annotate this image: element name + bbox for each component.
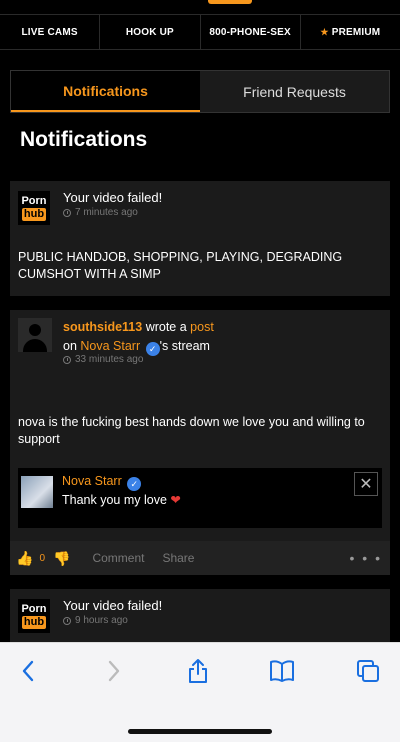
on-text: on bbox=[63, 339, 77, 353]
share-icon bbox=[189, 659, 207, 683]
forward-button[interactable] bbox=[94, 651, 134, 691]
notification-title: Your video failed! bbox=[63, 190, 163, 205]
reply-author[interactable]: Nova Starr ✓ bbox=[62, 474, 142, 491]
book-icon bbox=[270, 660, 294, 682]
like-count: 0 bbox=[39, 552, 45, 564]
nav-hook-up[interactable]: HOOK UP bbox=[100, 15, 201, 49]
time-text: 9 hours ago bbox=[75, 615, 128, 626]
notification-card[interactable]: Porn hub Your video failed! 7 minutes ag… bbox=[10, 181, 390, 296]
notification-body: PUBLIC HANDJOB, SHOPPING, PLAYING, DEGRA… bbox=[18, 250, 343, 281]
chevron-right-icon bbox=[108, 660, 120, 682]
nav-premium-label: PREMIUM bbox=[331, 26, 381, 38]
clock-icon bbox=[63, 616, 71, 625]
close-icon: ✕ bbox=[359, 476, 373, 493]
tab-notifications-label: Notifications bbox=[63, 82, 148, 99]
star-icon: ★ bbox=[320, 26, 329, 37]
top-nav: LIVE CAMS HOOK UP 800-PHONE-SEX ★ PREMIUM bbox=[0, 0, 400, 62]
nav-hook-up-label: HOOK UP bbox=[125, 26, 174, 38]
back-button[interactable] bbox=[8, 651, 48, 691]
reply-avatar[interactable] bbox=[21, 476, 53, 508]
logo-line2: hub bbox=[21, 616, 47, 629]
verified-icon: ✓ bbox=[145, 342, 160, 356]
notification-time: 9 hours ago bbox=[63, 615, 128, 626]
reply-author-name: Nova Starr bbox=[62, 474, 122, 488]
logo-line2: hub bbox=[21, 208, 47, 221]
comment-header: southside113 wrote a post on Nova Starr … bbox=[63, 318, 373, 356]
tabs-icon bbox=[357, 660, 379, 682]
wrote-a-text: wrote a bbox=[145, 320, 187, 334]
page-title: Notifications bbox=[20, 128, 148, 151]
tab-friend-requests[interactable]: Friend Requests bbox=[200, 71, 389, 112]
reply-text-content: Thank you my love bbox=[62, 493, 167, 507]
clock-icon bbox=[63, 208, 71, 217]
nav-phone-sex[interactable]: 800-PHONE-SEX bbox=[201, 15, 301, 49]
home-indicator bbox=[128, 729, 272, 734]
comment-body: nova is the fucking best hands down we l… bbox=[18, 415, 365, 446]
more-options-icon[interactable]: • • • bbox=[350, 550, 382, 566]
stream-suffix: 's stream bbox=[159, 339, 210, 353]
avatar bbox=[18, 318, 52, 352]
time-text: 7 minutes ago bbox=[75, 207, 138, 218]
share-button[interactable]: Share bbox=[162, 551, 194, 565]
post-link[interactable]: post bbox=[190, 320, 214, 334]
nav-premium[interactable]: ★ PREMIUM bbox=[301, 15, 400, 49]
heart-icon: ❤ bbox=[170, 493, 181, 507]
active-indicator bbox=[208, 0, 252, 4]
nav-phone-sex-label: 800-PHONE-SEX bbox=[209, 26, 291, 38]
reply-box: Nova Starr ✓ Thank you my love ❤ ✕ bbox=[18, 468, 382, 528]
chevron-left-icon bbox=[22, 660, 34, 682]
browser-toolbar bbox=[0, 642, 400, 742]
stream-owner-link[interactable]: Nova Starr bbox=[80, 339, 140, 353]
close-button[interactable]: ✕ bbox=[354, 472, 378, 496]
commenter-username[interactable]: southside113 bbox=[63, 320, 142, 334]
logo-line1: Porn bbox=[21, 195, 47, 207]
comment-time: 33 minutes ago bbox=[63, 354, 143, 365]
reply-text: Thank you my love ❤ bbox=[62, 492, 181, 507]
thumbs-down-icon[interactable]: 👍 bbox=[53, 550, 70, 567]
tab-notifications[interactable]: Notifications bbox=[11, 71, 200, 112]
notification-title: Your video failed! bbox=[63, 598, 163, 613]
site-logo: Porn hub bbox=[18, 599, 50, 633]
share-button[interactable] bbox=[178, 651, 218, 691]
nav-live-cams[interactable]: LIVE CAMS bbox=[0, 15, 101, 49]
thumbs-up-icon[interactable]: 👍 bbox=[16, 550, 33, 567]
comment-button[interactable]: Comment bbox=[92, 551, 144, 565]
top-nav-row: LIVE CAMS HOOK UP 800-PHONE-SEX ★ PREMIUM bbox=[0, 14, 400, 50]
clock-icon bbox=[63, 355, 71, 364]
bookmarks-button[interactable] bbox=[262, 651, 302, 691]
logo-line1: Porn bbox=[21, 603, 47, 615]
tab-friend-requests-label: Friend Requests bbox=[243, 83, 346, 100]
nav-live-cams-label: LIVE CAMS bbox=[21, 26, 78, 38]
notification-tabs: Notifications Friend Requests bbox=[10, 70, 390, 113]
site-logo: Porn hub bbox=[18, 191, 50, 225]
verified-icon: ✓ bbox=[127, 477, 142, 491]
comment-notification-card[interactable]: southside113 wrote a post on Nova Starr … bbox=[10, 310, 390, 575]
comment-actions: 👍 0 👍 Comment Share • • • bbox=[10, 541, 390, 575]
notification-time: 7 minutes ago bbox=[63, 207, 138, 218]
time-text: 33 minutes ago bbox=[75, 354, 144, 365]
tabs-button[interactable] bbox=[348, 651, 388, 691]
